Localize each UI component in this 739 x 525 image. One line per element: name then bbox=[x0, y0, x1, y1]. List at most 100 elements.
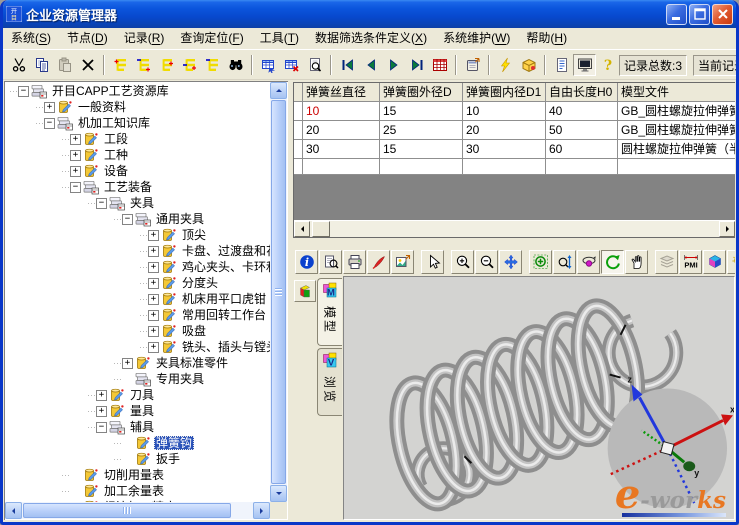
close-button[interactable] bbox=[712, 4, 733, 25]
expand-toggle-icon[interactable]: + bbox=[148, 310, 159, 321]
collapse-toggle-icon[interactable]: − bbox=[96, 422, 107, 433]
table-horizontal-scrollbar[interactable] bbox=[294, 220, 735, 237]
menu-item[interactable]: 数据筛选条件定义(X) bbox=[307, 28, 435, 49]
tree-item[interactable]: +工段 bbox=[6, 131, 270, 147]
tree-item[interactable]: +铣头、插头与镗头 bbox=[6, 339, 270, 355]
column-header[interactable]: 弹簧圈外径D bbox=[380, 83, 463, 102]
viewer-tab-v[interactable]: V浏览 bbox=[317, 348, 342, 416]
pmi-button[interactable]: PMI bbox=[679, 250, 702, 274]
tree-item[interactable]: −通用夹具 bbox=[6, 211, 270, 227]
scroll-track[interactable] bbox=[310, 221, 719, 237]
tree-item[interactable]: +机床用平口虎钳 bbox=[6, 291, 270, 307]
menu-item[interactable]: 记录(R) bbox=[116, 28, 173, 49]
column-header[interactable]: 弹簧丝直径 bbox=[303, 83, 380, 102]
save-record-button[interactable] bbox=[517, 54, 540, 76]
datasheet-grid-button[interactable] bbox=[428, 54, 451, 76]
tree-item[interactable]: −辅具 bbox=[6, 419, 270, 435]
collapse-toggle-icon[interactable]: − bbox=[122, 214, 133, 225]
tree-item[interactable]: +量具 bbox=[6, 403, 270, 419]
tree-item[interactable]: −开目CAPP工艺资源库 bbox=[6, 83, 270, 99]
tree-item[interactable]: −工艺装备 bbox=[6, 179, 270, 195]
expand-toggle-icon[interactable]: + bbox=[122, 358, 133, 369]
viewer-tab-m[interactable]: M模型 bbox=[317, 278, 342, 346]
minimize-button[interactable] bbox=[666, 4, 687, 25]
last-record-button[interactable] bbox=[405, 54, 428, 76]
scroll-left-button[interactable] bbox=[5, 502, 22, 519]
assembly-button[interactable] bbox=[703, 250, 726, 274]
tree-item[interactable]: −夹具 bbox=[6, 195, 270, 211]
tree-item[interactable]: 弹簧钩 bbox=[6, 435, 270, 451]
tree-item[interactable]: +工种 bbox=[6, 147, 270, 163]
snapshot-button[interactable] bbox=[391, 250, 414, 274]
info-button[interactable]: i bbox=[295, 250, 318, 274]
next-record-button[interactable] bbox=[382, 54, 405, 76]
tree-item[interactable]: 专用夹具 bbox=[6, 371, 270, 387]
node-level-button[interactable] bbox=[201, 54, 224, 76]
tree-item[interactable]: 扳手 bbox=[6, 451, 270, 467]
zoom-fit-button[interactable] bbox=[529, 250, 552, 274]
tree-item[interactable]: +设备 bbox=[6, 163, 270, 179]
tree-item[interactable]: +顶尖 bbox=[6, 227, 270, 243]
tree-item[interactable]: +常用回转工作台 bbox=[6, 307, 270, 323]
hand-pan-button[interactable] bbox=[625, 250, 648, 274]
tree-vertical-scrollbar[interactable] bbox=[270, 82, 287, 502]
tree-item[interactable]: +刀具 bbox=[6, 387, 270, 403]
markup-pen-button[interactable] bbox=[367, 250, 390, 274]
insert-node-after-button[interactable] bbox=[155, 54, 178, 76]
tree-horizontal-scrollbar[interactable] bbox=[5, 502, 270, 519]
menu-item[interactable]: 节点(D) bbox=[59, 28, 116, 49]
expand-toggle-icon[interactable]: + bbox=[148, 230, 159, 241]
light-button[interactable] bbox=[727, 250, 735, 274]
menu-item[interactable]: 系统(S) bbox=[3, 28, 59, 49]
insert-node-before-button[interactable] bbox=[132, 54, 155, 76]
properties-button[interactable] bbox=[461, 54, 484, 76]
expand-toggle-icon[interactable]: + bbox=[70, 134, 81, 145]
expand-toggle-icon[interactable]: + bbox=[148, 262, 159, 273]
paste-button[interactable] bbox=[53, 54, 76, 76]
expand-toggle-icon[interactable]: + bbox=[96, 390, 107, 401]
expand-toggle-icon[interactable]: + bbox=[148, 246, 159, 257]
prev-record-button[interactable] bbox=[359, 54, 382, 76]
first-record-button[interactable] bbox=[336, 54, 359, 76]
modify-record-button[interactable] bbox=[494, 54, 517, 76]
model-mode-button[interactable] bbox=[294, 280, 316, 302]
scroll-left-button[interactable] bbox=[294, 221, 310, 237]
collapse-toggle-icon[interactable]: − bbox=[96, 198, 107, 209]
view-doc-button[interactable] bbox=[319, 250, 342, 274]
zoom-out-button[interactable] bbox=[475, 250, 498, 274]
expand-toggle-icon[interactable]: + bbox=[148, 326, 159, 337]
new-child-node-button[interactable] bbox=[178, 54, 201, 76]
model-view-button[interactable] bbox=[573, 54, 596, 76]
expand-toggle-icon[interactable]: + bbox=[148, 278, 159, 289]
pan-button[interactable] bbox=[499, 250, 522, 274]
close-datasheet-button[interactable] bbox=[280, 54, 303, 76]
help-button[interactable]: ? bbox=[596, 54, 619, 76]
tree-item[interactable]: +卡盘、过渡盘和花 bbox=[6, 243, 270, 259]
find-button[interactable] bbox=[224, 54, 247, 76]
expand-toggle-icon[interactable]: + bbox=[96, 406, 107, 417]
expand-toggle-icon[interactable]: + bbox=[148, 342, 159, 353]
preview-button[interactable] bbox=[303, 54, 326, 76]
report-button[interactable] bbox=[550, 54, 573, 76]
collapse-toggle-icon[interactable]: − bbox=[70, 182, 81, 193]
collapse-toggle-icon[interactable]: − bbox=[44, 118, 55, 129]
new-node-button[interactable] bbox=[109, 54, 132, 76]
rotate-button[interactable] bbox=[601, 250, 624, 274]
table-row[interactable]: 10151040GB_圆柱螺旋拉伸弹簧 bbox=[294, 102, 735, 121]
maximize-button[interactable] bbox=[689, 4, 710, 25]
tree-item[interactable]: +一般资料 bbox=[6, 99, 270, 115]
expand-toggle-icon[interactable]: + bbox=[44, 102, 55, 113]
layers-button[interactable] bbox=[655, 250, 678, 274]
select-cursor-button[interactable] bbox=[421, 250, 444, 274]
expand-toggle-icon[interactable]: + bbox=[148, 294, 159, 305]
menu-item[interactable]: 系统维护(W) bbox=[435, 28, 518, 49]
menu-item[interactable]: 帮助(H) bbox=[518, 28, 575, 49]
model-viewport[interactable]: z x y e-works bbox=[343, 276, 735, 520]
column-header[interactable]: 自由长度H0 bbox=[546, 83, 618, 102]
zoom-dynamic-button[interactable] bbox=[553, 250, 576, 274]
titlebar[interactable]: 开 目 企业资源管理器 bbox=[0, 0, 739, 28]
horizontal-scroll-thumb[interactable] bbox=[312, 221, 330, 237]
menu-item[interactable]: 工具(T) bbox=[252, 28, 307, 49]
expand-toggle-icon[interactable]: + bbox=[70, 150, 81, 161]
tree-item[interactable]: +吸盘 bbox=[6, 323, 270, 339]
